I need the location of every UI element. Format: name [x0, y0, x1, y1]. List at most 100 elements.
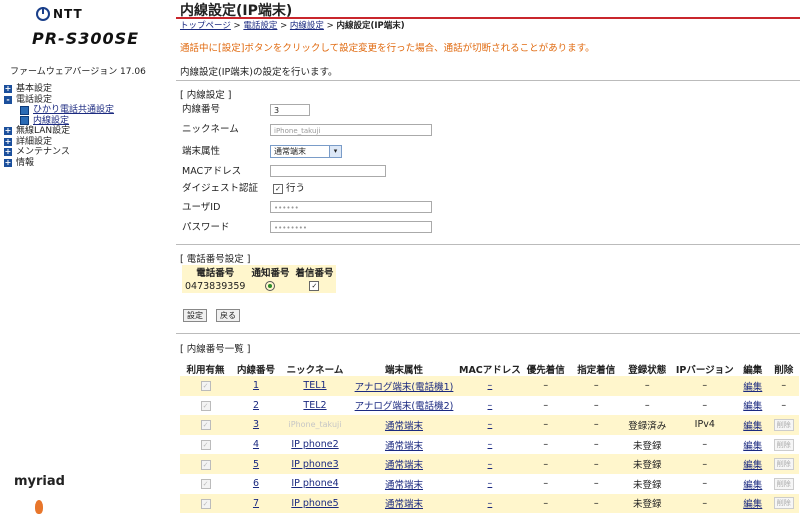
mac-link[interactable]: – — [488, 498, 493, 509]
expand-icon[interactable]: + — [4, 127, 12, 136]
enabled-checkbox: ✓ — [200, 440, 211, 451]
breadcrumb-phone[interactable]: 電話設定 — [243, 21, 277, 31]
enabled-checkbox: ✓ — [200, 459, 211, 470]
ext-number-link[interactable]: 2 — [253, 400, 259, 411]
page-icon — [20, 116, 29, 126]
ext-number-link[interactable]: 6 — [253, 478, 259, 489]
nickname-link[interactable]: IP phone2 — [291, 439, 338, 450]
specified-cell: – — [570, 395, 622, 416]
main-content: 内線設定(IP端末) トップページ > 電話設定 > 内線設定 > 内線設定(I… — [170, 0, 800, 514]
ext-number-field[interactable]: 3 — [270, 104, 310, 116]
password-label: パスワード — [182, 222, 230, 233]
ext-number-link[interactable]: 4 — [253, 439, 259, 450]
notify-radio[interactable] — [265, 281, 276, 291]
mac-field[interactable] — [270, 165, 386, 177]
edit-link[interactable]: 編集 — [743, 480, 762, 491]
ipversion-cell: – — [672, 434, 737, 455]
page-icon — [20, 105, 29, 115]
mac-link[interactable]: – — [488, 400, 493, 411]
ext-number-link[interactable]: 1 — [253, 380, 259, 391]
divider — [176, 333, 800, 334]
expand-icon[interactable]: + — [4, 158, 12, 167]
delete-button[interactable]: 削除 — [773, 418, 794, 431]
nav-basic-settings[interactable]: + 基本設定 — [4, 84, 114, 95]
nav-extension-settings[interactable]: 内線設定 — [4, 116, 114, 127]
digest-checkbox[interactable]: ✓ — [273, 183, 283, 194]
edit-link[interactable]: 編集 — [743, 401, 762, 412]
breadcrumb-top[interactable]: トップページ — [180, 21, 231, 31]
terminal-select[interactable]: 通常端末 ▾ — [270, 145, 342, 158]
mac-link[interactable]: – — [488, 419, 493, 430]
nav-label[interactable]: 内線設定 — [33, 116, 69, 127]
nav-wireless-lan[interactable]: + 無線LAN設定 — [4, 126, 114, 137]
nav-label[interactable]: ひかり電話共通設定 — [33, 105, 114, 116]
nav-info[interactable]: + 情報 — [4, 158, 114, 169]
phone-number-value: 0473839359 — [182, 279, 249, 293]
col-enabled: 利用有無 — [186, 365, 225, 376]
breadcrumb-current: 内線設定(IP端末) — [336, 21, 405, 31]
edit-link[interactable]: 編集 — [743, 499, 762, 510]
state-cell: – — [621, 395, 673, 416]
col-phone-number: 電話番号 — [182, 265, 249, 279]
state-cell: 未登録 — [621, 493, 673, 514]
digest-option[interactable]: ✓ 行う — [273, 182, 305, 196]
breadcrumb-extension[interactable]: 内線設定 — [290, 21, 324, 31]
mac-link[interactable]: – — [488, 478, 493, 489]
myriad-logo: myriad — [14, 474, 65, 489]
digest-option-label: 行う — [286, 183, 306, 194]
terminal-link[interactable]: 通常端末 — [385, 421, 423, 432]
edit-link[interactable]: 編集 — [743, 382, 762, 393]
password-field[interactable]: •••••••• — [270, 221, 432, 233]
nickname-link[interactable]: TEL2 — [303, 400, 326, 411]
ext-number-link[interactable]: 7 — [253, 498, 259, 509]
delete-button[interactable]: 削除 — [773, 497, 794, 510]
nickname-link[interactable]: IP phone3 — [291, 459, 338, 470]
terminal-link[interactable]: アナログ端末(電話機1) — [355, 382, 454, 393]
col-ipversion: IPバージョン — [675, 365, 734, 376]
col-edit: 編集 — [743, 365, 763, 376]
mac-link[interactable]: – — [488, 380, 493, 391]
userid-field[interactable]: •••••• — [270, 201, 432, 213]
expand-icon[interactable]: + — [4, 85, 12, 94]
collapse-icon[interactable]: - — [4, 95, 12, 104]
mac-link[interactable]: – — [488, 459, 493, 470]
edit-link[interactable]: 編集 — [743, 441, 762, 452]
divider — [176, 80, 800, 81]
col-specified: 指定着信 — [577, 365, 616, 376]
nickname-field[interactable]: iPhone_takuji — [270, 124, 432, 136]
mac-link[interactable]: – — [488, 439, 493, 450]
ntt-logo: NTT — [36, 7, 83, 21]
terminal-link[interactable]: 通常端末 — [385, 441, 423, 452]
edit-link[interactable]: 編集 — [743, 421, 762, 432]
terminal-link[interactable]: アナログ端末(電話機2) — [355, 401, 454, 412]
edit-link[interactable]: 編集 — [743, 460, 762, 471]
set-button[interactable]: 設定 — [183, 309, 207, 322]
expand-icon[interactable]: + — [4, 148, 12, 157]
ext-number-link[interactable]: 5 — [253, 459, 259, 470]
chevron-down-icon[interactable]: ▾ — [329, 146, 341, 157]
delete-button[interactable]: 削除 — [773, 477, 794, 490]
nav-advanced[interactable]: + 詳細設定 — [4, 137, 114, 148]
state-cell: 未登録 — [621, 473, 673, 494]
table-row: ✓ 1 TEL1 アナログ端末(電話機1) – – – – – 編集 – — [180, 376, 799, 396]
delete-button[interactable]: 削除 — [773, 458, 794, 471]
specified-cell: – — [570, 473, 622, 494]
delete-cell: – — [768, 376, 799, 396]
nickname-link[interactable]: IP phone5 — [291, 498, 338, 509]
back-button[interactable]: 戻る — [216, 309, 240, 322]
nav-maintenance[interactable]: + メンテナンス — [4, 147, 114, 158]
delete-button[interactable]: 削除 — [773, 438, 794, 451]
ext-number-link[interactable]: 3 — [253, 419, 259, 430]
expand-icon[interactable]: + — [4, 137, 12, 146]
nickname-link[interactable]: IP phone4 — [291, 478, 338, 489]
incoming-checkbox[interactable]: ✓ — [309, 281, 320, 291]
breadcrumb: トップページ > 電話設定 > 内線設定 > 内線設定(IP端末) — [180, 21, 405, 31]
terminal-link[interactable]: 通常端末 — [385, 499, 423, 510]
terminal-link[interactable]: 通常端末 — [385, 480, 423, 491]
nav-phone-settings[interactable]: - 電話設定 — [4, 95, 114, 106]
col-notify-number: 通知番号 — [248, 265, 293, 279]
nav-hikari-common[interactable]: ひかり電話共通設定 — [4, 105, 114, 116]
nickname-link[interactable]: TEL1 — [303, 380, 326, 391]
model-name: PR-S300SE — [32, 29, 140, 48]
terminal-link[interactable]: 通常端末 — [385, 460, 423, 471]
